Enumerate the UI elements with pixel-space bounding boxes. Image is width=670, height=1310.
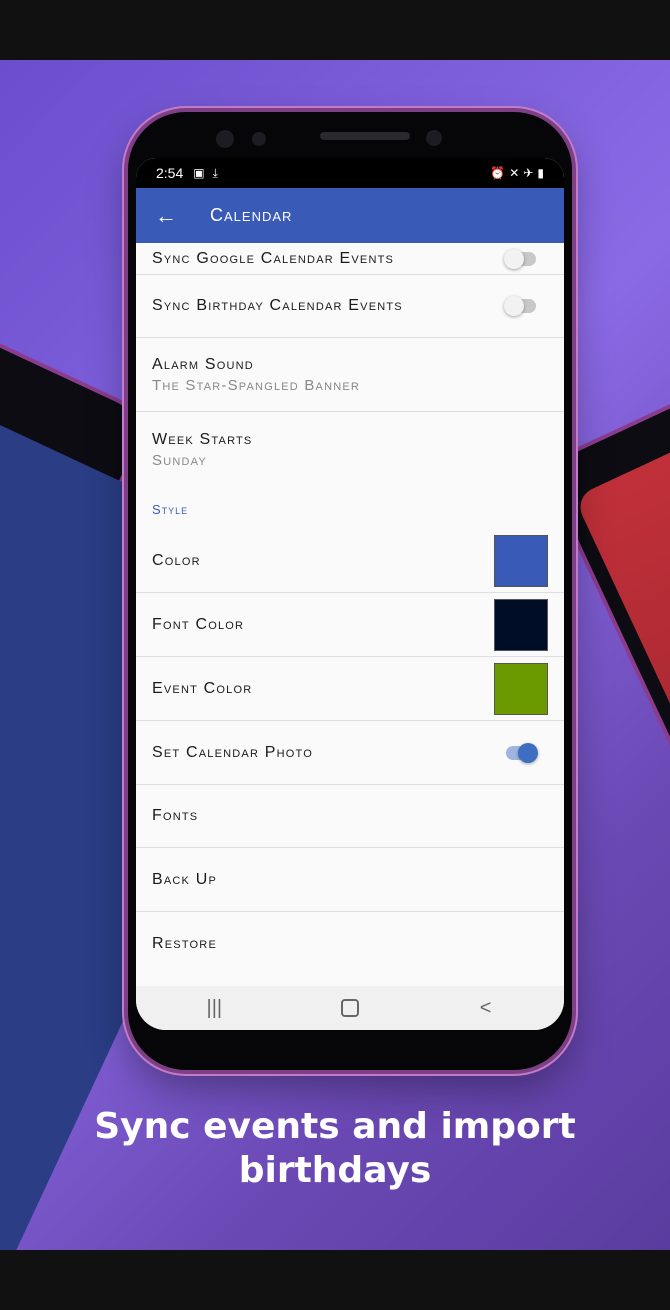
setting-label: Back Up: [152, 870, 218, 888]
setting-back-up[interactable]: Back Up: [136, 848, 564, 912]
mute-icon: ✕: [509, 166, 520, 180]
status-bar: 2:54 ▣ ⤓ ⏰ ✕ ✈ ▮: [136, 158, 564, 188]
setting-label: Set Calendar Photo: [152, 743, 313, 761]
font-color-swatch[interactable]: [494, 598, 548, 651]
home-icon[interactable]: [340, 999, 359, 1017]
bottom-black-band: [0, 1250, 670, 1310]
download-icon: ⤓: [212, 165, 218, 180]
earpiece-speaker: [320, 132, 410, 140]
selfie-camera: [426, 130, 442, 146]
setting-label: Restore: [152, 935, 217, 952]
setting-label: Week Starts: [152, 431, 253, 448]
alarm-icon: ⏰: [490, 166, 506, 180]
recents-icon[interactable]: |||: [184, 997, 244, 1020]
promo-background: 2:54 ▣ ⤓ ⏰ ✕ ✈ ▮ ← Calendar Sync Google …: [0, 60, 670, 1250]
calendar-photo-toggle[interactable]: [506, 742, 538, 763]
setting-font-color[interactable]: Font Color: [136, 593, 564, 657]
back-nav-icon[interactable]: <: [456, 997, 516, 1020]
setting-label: Color: [152, 552, 201, 569]
caption-line-2: birthdays: [238, 1150, 432, 1191]
setting-event-color[interactable]: Event Color: [136, 657, 564, 721]
setting-label: Font Color: [152, 615, 245, 633]
phone-frame: 2:54 ▣ ⤓ ⏰ ✕ ✈ ▮ ← Calendar Sync Google …: [128, 112, 572, 1070]
setting-calendar-photo[interactable]: Set Calendar Photo: [136, 721, 564, 785]
settings-list[interactable]: Sync Google Calendar Events Sync Birthda…: [136, 243, 564, 986]
page-title: Calendar: [210, 205, 293, 225]
image-icon: ▣: [193, 166, 205, 180]
front-camera: [216, 130, 234, 148]
promo-caption: Sync events and import birthdays: [0, 1105, 670, 1193]
proximity-sensor: [252, 132, 266, 146]
setting-label: Event Color: [152, 679, 253, 697]
setting-label: Sync Birthday Calendar Events: [152, 297, 403, 314]
battery-icon: ▮: [537, 166, 544, 180]
setting-label: Sync Google Calendar Events: [152, 249, 395, 267]
setting-label: Fonts: [152, 807, 199, 824]
setting-value: The Star-Spangled Banner: [152, 376, 361, 394]
app-bar: ← Calendar: [136, 188, 564, 243]
top-black-band: [0, 0, 670, 60]
setting-color[interactable]: Color: [136, 530, 564, 593]
back-arrow-icon[interactable]: ←: [136, 203, 196, 229]
sync-google-toggle[interactable]: [504, 248, 536, 269]
setting-sync-google[interactable]: Sync Google Calendar Events: [136, 243, 564, 275]
setting-week-starts[interactable]: Week Starts Sunday: [136, 412, 564, 488]
navigation-bar: ||| <: [136, 986, 564, 1030]
status-time: 2:54: [156, 165, 184, 181]
setting-label: Alarm Sound: [152, 355, 254, 373]
event-color-swatch[interactable]: [494, 662, 548, 715]
caption-line-1: Sync events and import: [94, 1106, 576, 1147]
section-header-style: Style: [152, 501, 189, 517]
airplane-icon: ✈: [523, 166, 534, 180]
setting-fonts[interactable]: Fonts: [136, 785, 564, 848]
setting-sync-birthday[interactable]: Sync Birthday Calendar Events: [136, 275, 564, 338]
color-swatch[interactable]: [494, 535, 548, 587]
setting-value: Sunday: [152, 452, 207, 469]
phone-screen: 2:54 ▣ ⤓ ⏰ ✕ ✈ ▮ ← Calendar Sync Google …: [136, 158, 564, 1030]
setting-restore[interactable]: Restore: [136, 912, 564, 976]
sync-birthday-toggle[interactable]: [504, 296, 536, 316]
setting-alarm-sound[interactable]: Alarm Sound The Star-Spangled Banner: [136, 338, 564, 412]
